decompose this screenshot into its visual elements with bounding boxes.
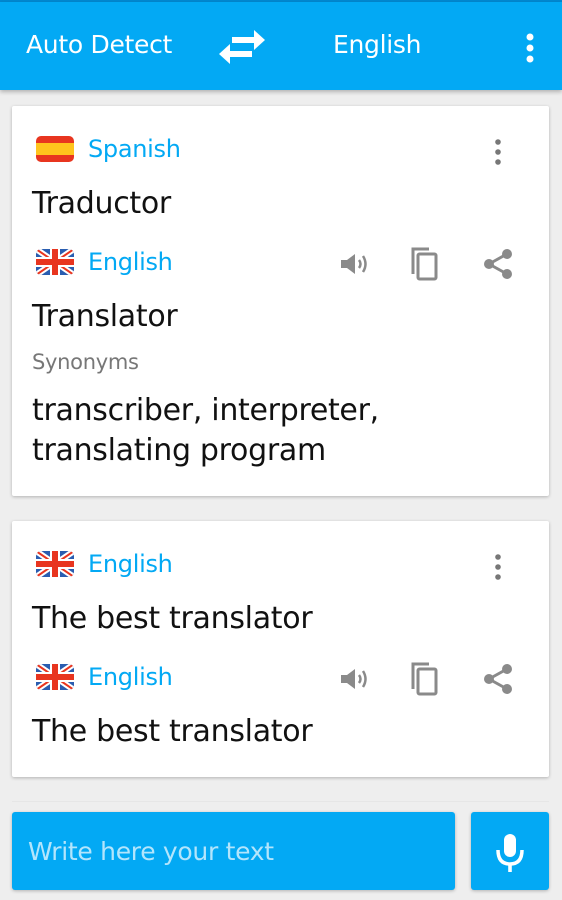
translation-card: English The best translator English The … [12, 521, 549, 777]
uk-flag-icon [36, 664, 74, 690]
swap-languages-button[interactable] [216, 28, 268, 66]
copy-icon [411, 247, 438, 281]
card-menu-button[interactable] [484, 549, 508, 585]
copy-button[interactable] [406, 244, 446, 284]
speak-button[interactable] [336, 659, 376, 699]
translation-card: Spanish Traductor English Translator Syn… [12, 106, 549, 496]
more-vert-icon [495, 139, 501, 165]
synonyms-text: transcriber, interpreter, translating pr… [32, 393, 379, 468]
translated-text: Translator [32, 299, 178, 334]
speaker-icon [341, 254, 367, 274]
microphone-icon [496, 834, 524, 872]
swap-arrows-icon [219, 30, 265, 64]
share-icon [484, 664, 512, 694]
share-icon [484, 249, 512, 279]
source-text: The best translator [32, 601, 313, 636]
more-vert-icon [495, 554, 501, 580]
source-language-row: Spanish [36, 132, 181, 166]
source-language-label: Spanish [88, 135, 181, 163]
target-language-selector[interactable]: English [333, 30, 421, 59]
card-menu-button[interactable] [484, 134, 508, 170]
synonyms-label: Synonyms [32, 350, 139, 374]
share-button[interactable] [478, 244, 518, 284]
spain-flag-icon [36, 136, 74, 162]
target-language-row: English [36, 660, 173, 694]
uk-flag-icon [36, 551, 74, 577]
source-text: Traductor [32, 186, 171, 221]
translated-text: The best translator [32, 714, 313, 749]
source-language-selector[interactable]: Auto Detect [26, 30, 172, 59]
copy-button[interactable] [406, 659, 446, 699]
divider [12, 801, 549, 802]
target-language-label: English [88, 248, 173, 276]
more-vert-icon [526, 33, 534, 63]
target-language-row: English [36, 245, 173, 279]
share-button[interactable] [478, 659, 518, 699]
target-language-label: English [88, 663, 173, 691]
text-input[interactable] [12, 812, 455, 890]
source-language-row: English [36, 547, 173, 581]
copy-icon [411, 662, 438, 696]
source-language-label: English [88, 550, 173, 578]
app-bar: Auto Detect English [0, 2, 562, 90]
text-input-container [12, 812, 455, 890]
voice-input-button[interactable] [471, 812, 549, 890]
uk-flag-icon [36, 249, 74, 275]
speak-button[interactable] [336, 244, 376, 284]
speaker-icon [341, 669, 367, 689]
overflow-menu-button[interactable] [518, 30, 542, 66]
